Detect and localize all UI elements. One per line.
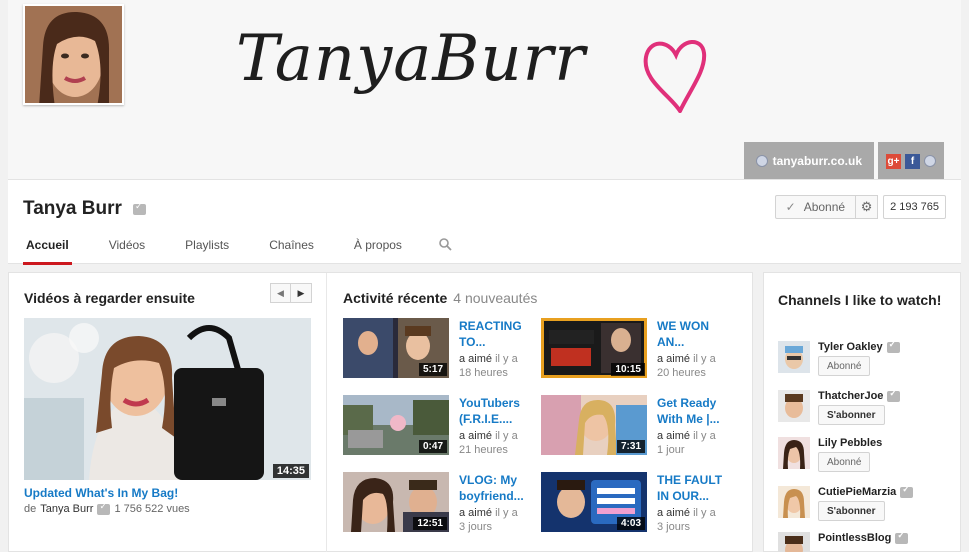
channel-item: Lily Pebbles Abonné [778, 437, 958, 477]
subscribed-label: Abonné [803, 200, 846, 214]
channel-tabs: Accueil Vidéos Playlists Chaînes À propo… [23, 238, 452, 265]
author-prefix: de [24, 503, 37, 515]
activity-item: 0:47 YouTubers (F.R.I.E.... a aimé il y a… [343, 395, 533, 457]
main-content: Vidéos à regarder ensuite ◀ ▶ 14:35 Upda… [8, 272, 753, 552]
activity-meta: a aimé il y a1 jour [657, 430, 716, 456]
activity-thumbnail[interactable]: 7:31 [541, 395, 647, 455]
prev-arrow-icon[interactable]: ◀ [270, 283, 291, 303]
activity-duration: 7:31 [616, 440, 645, 453]
channel-item: Tyler Oakley Abonné [778, 339, 958, 381]
channel-name[interactable]: Tanya Burr [23, 198, 122, 220]
search-icon[interactable] [439, 238, 452, 265]
activity-thumbnail[interactable]: 5:17 [343, 318, 449, 378]
channel-avatar[interactable] [23, 4, 124, 105]
activity-item: 12:51 VLOG: My boyfriend... a aimé il y a… [343, 472, 533, 534]
activity-thumbnail[interactable]: 0:47 [343, 395, 449, 455]
activity-thumbnail[interactable]: 4:03 [541, 472, 647, 532]
website-link[interactable]: tanyaburr.co.uk [743, 142, 874, 179]
watch-next-title: Vidéos à regarder ensuite [24, 290, 195, 306]
verified-icon [886, 339, 900, 353]
channel-item-name[interactable]: Lily Pebbles [818, 437, 882, 449]
activity-duration: 10:15 [611, 363, 645, 376]
gear-icon[interactable]: ⚙ [856, 195, 879, 219]
channel-item-name[interactable]: Tyler Oakley [818, 339, 900, 353]
channel-item: PointlessBlog [778, 530, 958, 552]
featured-video-title[interactable]: Updated What's In My Bag! [24, 486, 178, 500]
verified-icon [97, 501, 111, 515]
activity-item: 7:31 Get Ready With Me |... a aimé il y a… [541, 395, 731, 457]
activity-item: 4:03 THE FAULT IN OUR... a aimé il y a3 j… [541, 472, 731, 534]
tab-playlists[interactable]: Playlists [182, 238, 232, 265]
verified-icon [895, 530, 909, 544]
google-plus-icon[interactable]: g+ [886, 153, 901, 169]
tab-accueil[interactable]: Accueil [23, 238, 72, 265]
activity-meta: a aimé il y a3 jours [657, 507, 716, 533]
recent-activity-title: Activité récente 4 nouveautés [343, 290, 537, 306]
channel-avatar[interactable] [778, 437, 810, 469]
activity-item: 5:17 REACTING TO... a aimé il y a 18 heure… [343, 318, 533, 380]
banner-title: TanyaBurr [236, 22, 586, 96]
featured-video-meta: de Tanya Burr 1 756 522 vues [24, 501, 190, 516]
video-views: 1 756 522 vues [114, 503, 190, 515]
channel-avatar[interactable] [778, 341, 810, 373]
featured-channels-sidebar: Channels I like to watch! Tyler Oakley A… [763, 272, 961, 552]
channel-item-name[interactable]: PointlessBlog [818, 530, 909, 544]
recent-activity-section: Activité récente 4 nouveautés 5:17 REACTI… [328, 273, 753, 552]
activity-meta: a aimé il y a 21 heures [459, 430, 518, 456]
activity-meta: a aimé il y a 18 heures [459, 353, 518, 379]
activity-duration: 4:03 [616, 517, 645, 530]
next-arrow-icon[interactable]: ▶ [291, 283, 312, 303]
watch-next-section: Vidéos à regarder ensuite ◀ ▶ 14:35 Upda… [9, 273, 327, 552]
social-links: g+ f [878, 142, 944, 179]
channel-avatar[interactable] [778, 486, 810, 518]
video-author[interactable]: Tanya Burr [40, 503, 93, 515]
facebook-icon[interactable]: f [905, 153, 920, 169]
tab-a-propos[interactable]: À propos [351, 238, 405, 265]
recent-activity-heading: Activité récente [343, 290, 448, 306]
activity-meta: a aimé il y a 20 heures [657, 353, 716, 379]
activity-video-title[interactable]: Get Ready With Me |... [657, 395, 733, 427]
website-link-label: tanyaburr.co.uk [772, 154, 862, 168]
checkmark-icon: ✓ [785, 200, 796, 214]
activity-thumbnail[interactable]: 10:15 [541, 318, 647, 378]
activity-item: 10:15 WE WON AN... a aimé il y a 20 heures [541, 318, 731, 380]
activity-meta: a aimé il y a3 jours [459, 507, 518, 533]
verified-icon [900, 484, 914, 498]
activity-video-title[interactable]: WE WON AN... [657, 318, 733, 350]
heart-icon [640, 35, 708, 116]
featured-video-thumbnail[interactable]: 14:35 [24, 318, 311, 480]
verified-icon [133, 201, 146, 215]
activity-duration: 12:51 [413, 517, 447, 530]
channel-avatar[interactable] [778, 532, 810, 552]
channel-banner: TanyaBurr tanyaburr.co.uk g+ f [8, 0, 961, 180]
recent-activity-count: 4 nouveautés [453, 290, 538, 306]
channel-header: Tanya Burr Accueil Vidéos Playlists Chaî… [8, 180, 961, 265]
activity-video-title[interactable]: YouTubers (F.R.I.E.... [459, 395, 535, 427]
subscriber-count: 2 193 765 [883, 195, 946, 219]
channel-subscribe-button[interactable]: S'abonner [818, 405, 885, 425]
tab-videos[interactable]: Vidéos [106, 238, 148, 265]
channel-item-name[interactable]: CutiePieMarzia [818, 484, 914, 498]
verified-icon [887, 388, 901, 402]
activity-video-title[interactable]: REACTING TO... [459, 318, 535, 350]
channel-subscribe-button[interactable]: Abonné [818, 356, 871, 376]
activity-video-title[interactable]: THE FAULT IN OUR... [657, 472, 733, 504]
channel-avatar[interactable] [778, 390, 810, 422]
activity-thumbnail[interactable]: 12:51 [343, 472, 449, 532]
channel-item: CutiePieMarzia S'abonner [778, 484, 958, 526]
tab-chaines[interactable]: Chaînes [266, 238, 317, 265]
web-icon[interactable] [924, 155, 936, 167]
channel-subscribe-button[interactable]: Abonné [818, 452, 871, 472]
activity-video-title[interactable]: VLOG: My boyfriend... [459, 472, 535, 504]
channel-item-name[interactable]: ThatcherJoe [818, 388, 901, 402]
channel-item: ThatcherJoe S'abonner [778, 388, 958, 430]
activity-duration: 0:47 [418, 440, 447, 453]
activity-duration: 5:17 [418, 363, 447, 376]
subscribed-button[interactable]: ✓ Abonné [774, 195, 857, 219]
globe-icon [755, 155, 768, 167]
sidebar-title: Channels I like to watch! [778, 292, 942, 308]
featured-video-duration: 14:35 [272, 464, 309, 478]
channel-subscribe-button[interactable]: S'abonner [818, 501, 885, 521]
